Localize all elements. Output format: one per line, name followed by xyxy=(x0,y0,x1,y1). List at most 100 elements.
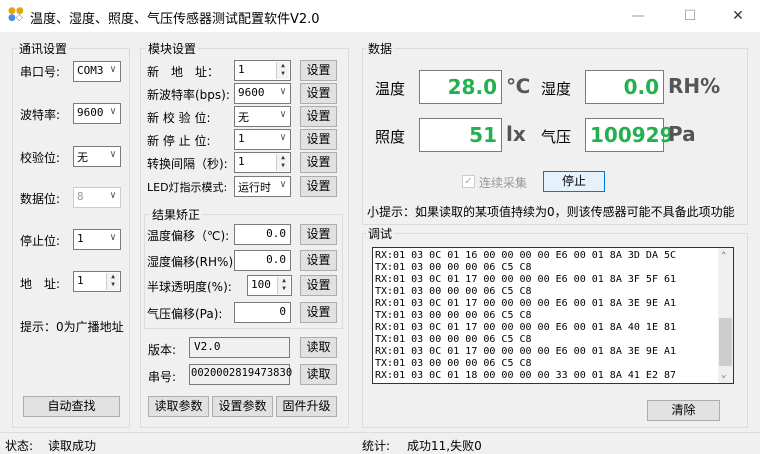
module-set-button[interactable]: 设置 xyxy=(300,106,337,127)
module-row-input[interactable]: 无 ∨ xyxy=(234,106,291,127)
scroll-down-icon[interactable]: ⌄ xyxy=(721,369,726,381)
calib-row-label: 气压偏移(Pa): xyxy=(147,307,223,321)
calib-row-input[interactable]: 0.0 xyxy=(234,250,291,271)
databits-value: 8 xyxy=(77,190,84,203)
port-value: COM3 xyxy=(77,64,104,77)
chevron-down-icon: ∨ xyxy=(279,109,286,120)
temp-value: 28.0 xyxy=(419,70,502,104)
scroll-thumb[interactable] xyxy=(719,318,732,366)
log-text: RX:01 03 0C 01 16 00 00 00 00 E6 00 01 8… xyxy=(375,250,677,381)
spin-arrows-icon[interactable]: ▲ ▼ xyxy=(106,273,119,290)
minimize-button[interactable]: — xyxy=(618,4,658,28)
module-settings-title: 模块设置 xyxy=(146,40,199,57)
chevron-down-icon: ∨ xyxy=(109,190,116,201)
calib-row-label: 温度偏移（℃): xyxy=(147,229,230,243)
set-params-button[interactable]: 设置参数 xyxy=(212,396,273,417)
auto-find-button[interactable]: 自动查找 xyxy=(23,396,120,417)
calib-set-button[interactable]: 设置 xyxy=(300,302,337,323)
spin-arrows-icon[interactable]: ▲ ▼ xyxy=(276,62,289,79)
module-row-input[interactable]: 9600 ∨ xyxy=(234,83,291,104)
press-unit: Pa xyxy=(668,122,696,146)
calib-row-input[interactable]: 0.0 xyxy=(234,224,291,245)
module-row-label: LED灯指示模式: xyxy=(147,181,228,194)
spin-arrows-icon[interactable]: ▲ ▼ xyxy=(277,277,290,294)
serial-field[interactable]: 0020002819473830 xyxy=(189,364,292,385)
module-row-label: 新 停 止 位: xyxy=(147,134,211,148)
stop-button[interactable]: 停止 xyxy=(543,171,605,192)
calib-set-button[interactable]: 设置 xyxy=(300,250,337,271)
module-set-button[interactable]: 设置 xyxy=(300,60,337,81)
module-set-button[interactable]: 设置 xyxy=(300,129,337,150)
module-row-value: 1 xyxy=(238,155,245,168)
clear-button[interactable]: 清除 xyxy=(647,400,720,421)
module-row-label: 新 地 址： xyxy=(147,65,220,79)
calib-row-label: 湿度偏移(RH%): xyxy=(147,255,238,269)
spin-arrows-icon[interactable]: ▲ ▼ xyxy=(276,154,289,171)
window-title: 温度、湿度、照度、气压传感器测试配置软件V2.0 xyxy=(30,12,320,27)
chevron-down-icon: ∨ xyxy=(279,86,286,97)
chevron-down-icon: ∨ xyxy=(109,106,116,117)
temp-label: 温度 xyxy=(375,80,406,98)
module-row-input[interactable]: 1 ▲ ▼ xyxy=(234,60,291,81)
module-set-button[interactable]: 设置 xyxy=(300,152,337,173)
close-button[interactable]: ✕ xyxy=(718,4,758,28)
chevron-down-icon: ∨ xyxy=(279,132,286,143)
temp-unit: ℃ xyxy=(506,74,531,98)
parity-value: 无 xyxy=(77,151,88,164)
continuous-label: 连续采集 xyxy=(479,176,528,190)
baud-value: 9600 xyxy=(77,106,104,119)
databits-label: 数据位: xyxy=(20,192,61,206)
calib-set-button[interactable]: 设置 xyxy=(300,275,337,296)
baud-label: 波特率: xyxy=(20,108,61,122)
port-label: 串口号: xyxy=(20,65,61,79)
parity-select[interactable]: 无 ∨ xyxy=(73,146,121,167)
comm-settings-title: 通讯设置 xyxy=(17,40,70,57)
module-row-value: 无 xyxy=(238,111,249,124)
calib-row-input[interactable]: 100 ▲ ▼ xyxy=(247,275,292,296)
chevron-down-icon: ∨ xyxy=(109,149,116,160)
read-serial-button[interactable]: 读取 xyxy=(300,364,337,385)
stats-value: 成功11,失败0 xyxy=(407,439,482,453)
addr-spinner[interactable]: 1 ▲ ▼ xyxy=(73,271,121,292)
module-row-label: 转换间隔（秒): xyxy=(147,157,228,171)
status-divider xyxy=(0,432,760,433)
module-row-input[interactable]: 1 ∨ xyxy=(234,129,291,150)
calib-row-input[interactable]: 0 xyxy=(234,302,291,323)
data-title: 数据 xyxy=(366,40,395,57)
scroll-up-icon[interactable]: ⌃ xyxy=(721,250,726,262)
chevron-down-icon: ∨ xyxy=(109,64,116,75)
log-scrollbar[interactable]: ⌃ ⌄ xyxy=(718,248,733,383)
module-row-label: 新波特率(bps): xyxy=(147,88,230,102)
version-field[interactable]: V2.0 xyxy=(189,337,290,358)
module-row-input[interactable]: 运行时 ∨ xyxy=(234,176,291,197)
lux-value: 51 xyxy=(419,118,502,152)
port-select[interactable]: COM3 ∨ xyxy=(73,61,121,82)
firmware-upgrade-button[interactable]: 固件升级 xyxy=(276,396,337,417)
press-value: 100929 xyxy=(585,118,674,152)
module-set-button[interactable]: 设置 xyxy=(300,176,337,197)
baud-select[interactable]: 9600 ∨ xyxy=(73,103,121,124)
status-label: 状态: xyxy=(5,439,34,453)
module-row-value: 1 xyxy=(238,132,245,145)
tip-text: 小提示：如果读取的某项值持续为0，则该传感器可能不具备此项功能 xyxy=(367,205,735,219)
stopbits-select[interactable]: 1 ∨ xyxy=(73,229,121,250)
calibration-title: 结果矫正 xyxy=(150,206,203,223)
addr-label: 地 址: xyxy=(20,277,61,291)
read-version-button[interactable]: 读取 xyxy=(300,337,337,358)
calib-set-button[interactable]: 设置 xyxy=(300,224,337,245)
parity-label: 校验位: xyxy=(20,151,61,165)
hum-unit: RH% xyxy=(668,74,721,98)
stats-label: 统计: xyxy=(362,439,391,453)
continuous-checkbox[interactable]: ✓ xyxy=(462,175,475,188)
calib-row-value: 100 xyxy=(251,278,271,291)
debug-title: 调试 xyxy=(366,225,395,242)
read-params-button[interactable]: 读取参数 xyxy=(148,396,209,417)
module-set-button[interactable]: 设置 xyxy=(300,83,337,104)
maximize-button[interactable]: ☐ xyxy=(670,4,710,28)
module-row-value: 1 xyxy=(238,63,245,76)
calib-row-label: 半球透明度(%): xyxy=(147,280,232,294)
app-icon: ●● ●◇ xyxy=(8,6,24,23)
module-row-input[interactable]: 1 ▲ ▼ xyxy=(234,152,291,173)
version-label: 版本: xyxy=(148,343,177,357)
debug-log[interactable]: RX:01 03 0C 01 16 00 00 00 00 E6 00 01 8… xyxy=(372,247,734,384)
